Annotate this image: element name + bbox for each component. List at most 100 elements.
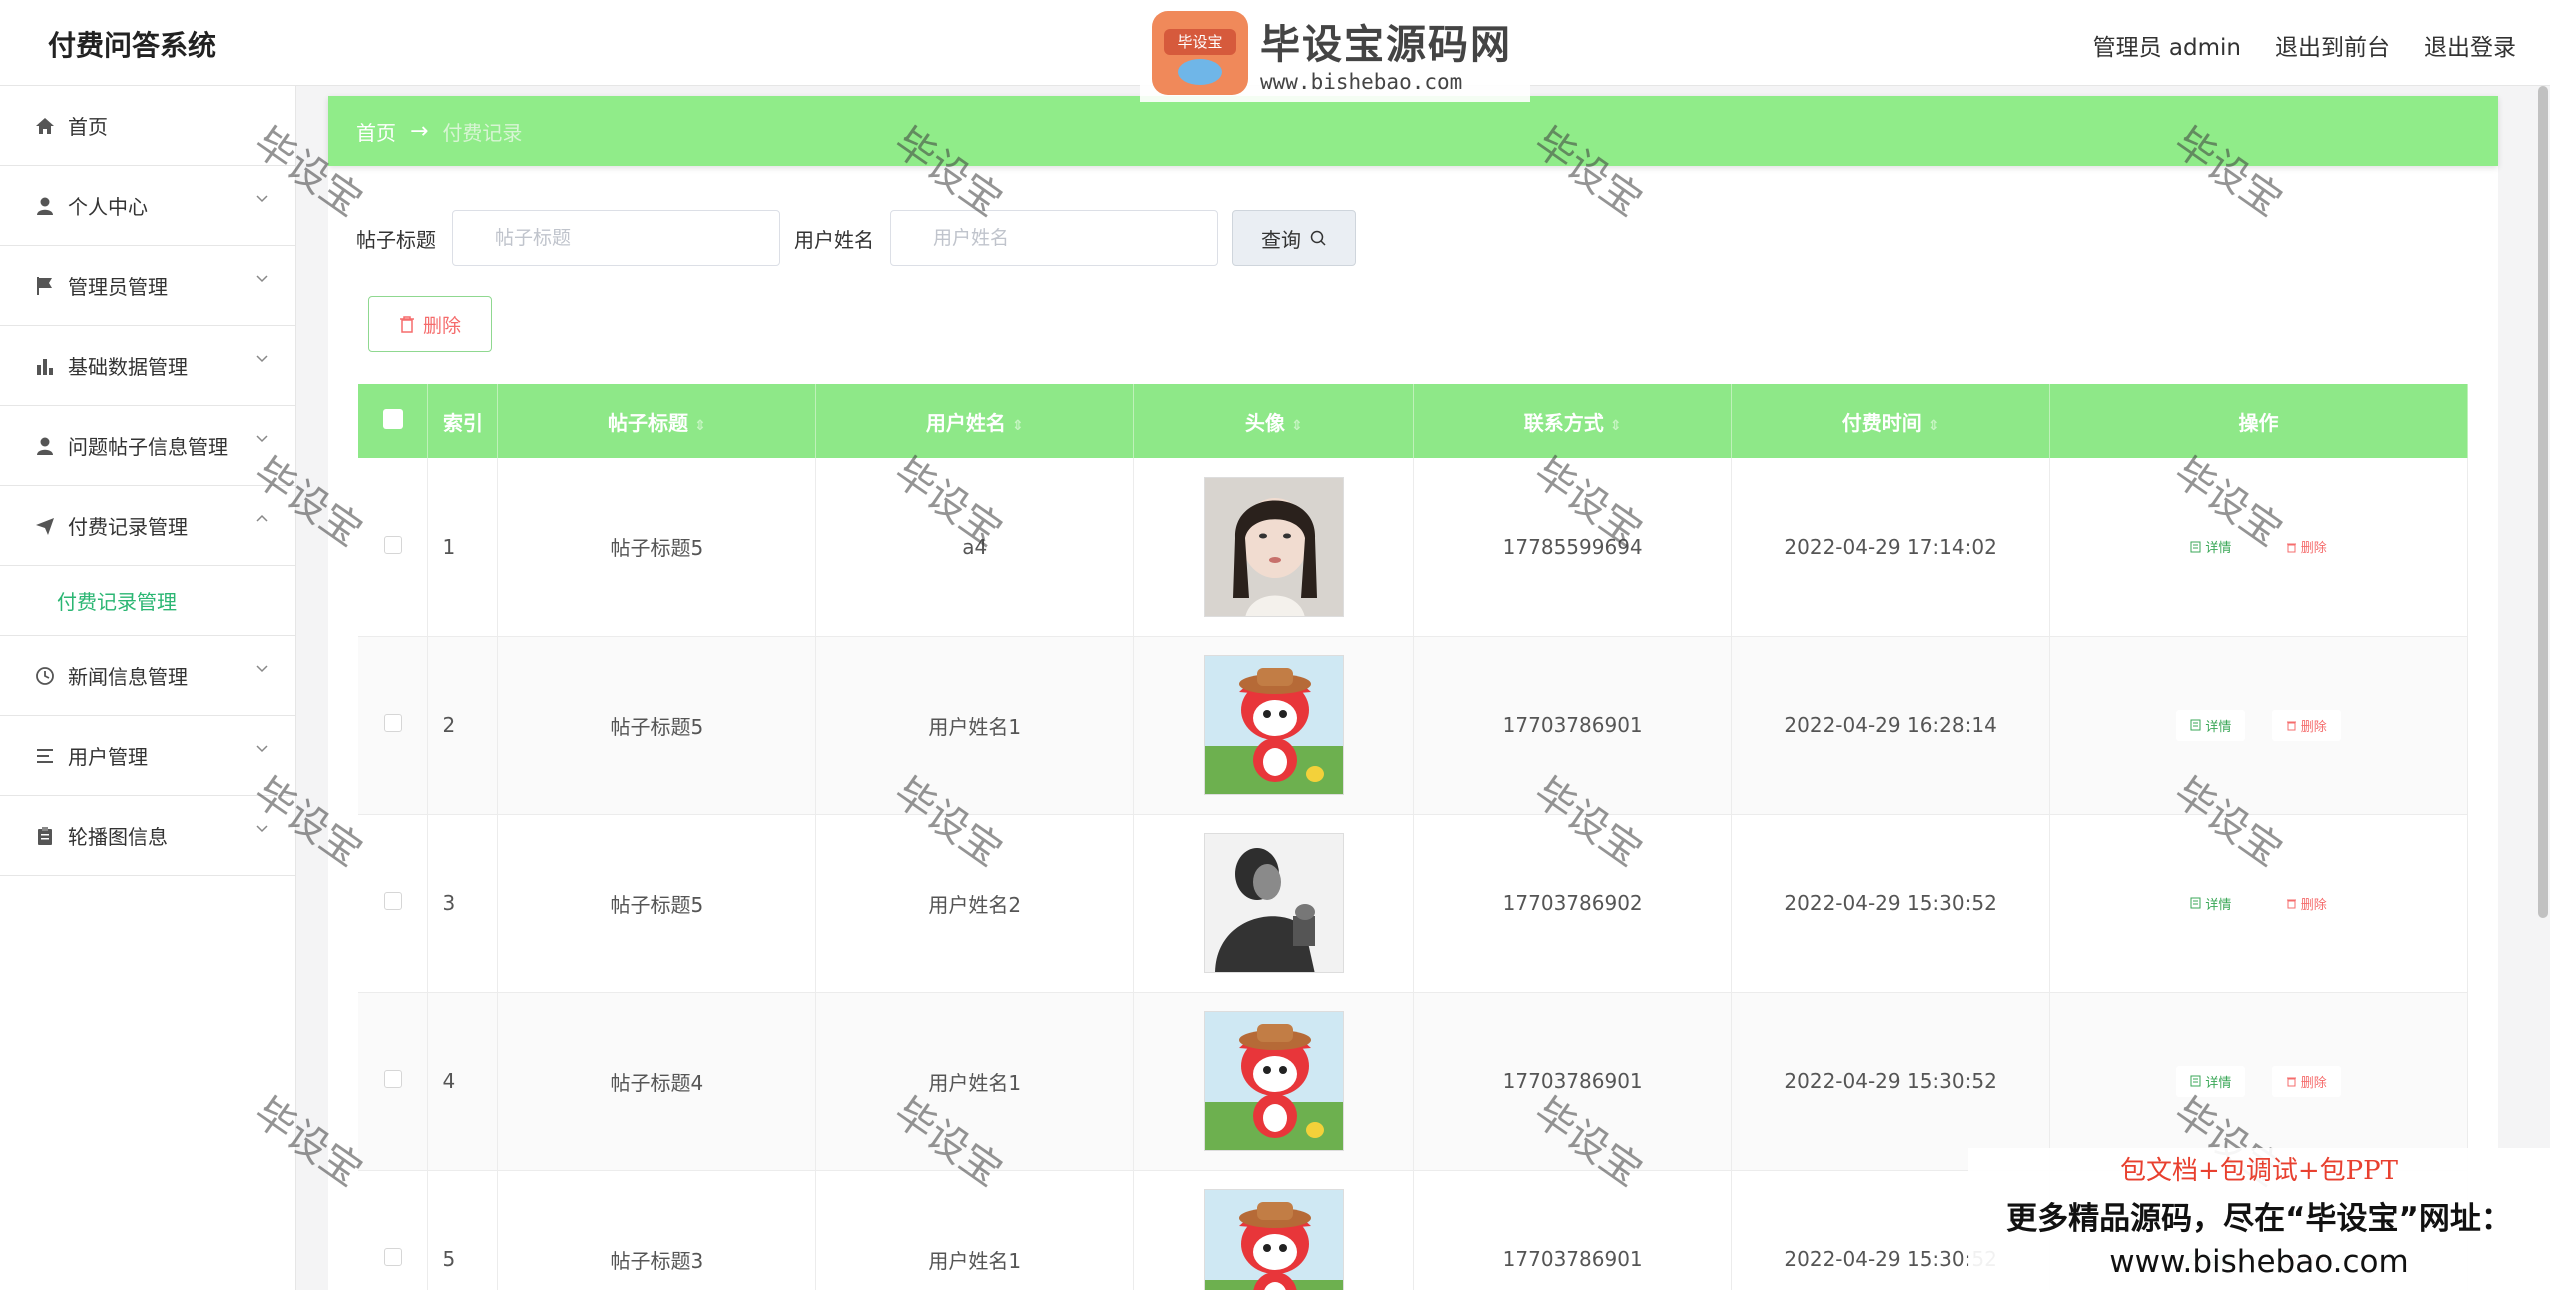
query-button[interactable]: 查询 [1232,210,1356,266]
sidebar-item-news[interactable]: 新闻信息管理 [0,636,295,716]
avatar-image [1203,476,1344,617]
detail-button[interactable]: 详情 [2176,887,2246,919]
row-delete-button[interactable]: 删除 [2271,709,2341,741]
cell-contact: 17703786901 [1413,992,1733,1171]
cell-user-name: a4 [815,458,1135,637]
header-user-name[interactable]: 用户姓名 ⇕ [815,384,1135,458]
cell-post-title: 帖子标题5 [497,458,817,637]
cell-avatar [1133,458,1415,637]
header-contact[interactable]: 联系方式 ⇕ [1413,384,1733,458]
cell-user-name: 用户姓名2 [815,814,1135,993]
logout-link[interactable]: 退出登录 [2424,28,2516,62]
row-select-cell [358,1170,429,1290]
flag-icon [34,275,56,297]
submenu-payment-record-management[interactable]: 付费记录管理 [0,566,295,636]
table-row: 3 帖子标题5 用户姓名2 17703786902 2022-04-29 15:… [358,814,2468,993]
cell-avatar [1133,814,1415,993]
header-index: 索引 [427,384,499,458]
sidebar-item-basic-data[interactable]: 基础数据管理 [0,326,295,406]
sidebar-item-label: 轮播图信息 [68,825,168,849]
list-icon [34,745,56,767]
user-name-label: 用户姓名 [794,227,874,252]
chevron-down-icon [256,745,268,753]
avatar-image [1203,1011,1344,1151]
cell-post-title: 帖子标题4 [497,992,817,1171]
detail-button[interactable]: 详情 [2176,709,2246,741]
sidebar-item-label: 付费记录管理 [68,515,188,539]
sidebar-item-question-posts[interactable]: 问题帖子信息管理 [0,406,295,486]
scrollbar-thumb[interactable] [2538,86,2548,918]
search-icon [1310,230,1326,246]
cell-index: 1 [427,458,499,637]
detail-button[interactable]: 详情 [2176,1065,2246,1097]
app-title: 付费问答系统 [48,29,217,62]
post-title-input[interactable] [452,210,780,266]
row-checkbox[interactable] [383,1070,402,1088]
sidebar-item-personal-center[interactable]: 个人中心 [0,166,295,246]
bar-chart-icon [34,355,56,377]
header-avatar[interactable]: 头像 ⇕ [1133,384,1415,458]
chevron-down-icon [256,665,268,673]
chevron-down-icon [256,275,268,283]
header-post-title[interactable]: 帖子标题 ⇕ [497,384,817,458]
sort-icon: ⇕ [1011,417,1024,434]
row-delete-button[interactable]: 删除 [2271,887,2341,919]
cell-post-title: 帖子标题3 [497,1170,817,1290]
watermark-logo-name: 毕设宝源码网 [1260,22,1512,68]
top-right-nav: 管理员 admin 退出到前台 退出登录 [2093,28,2516,62]
sort-icon: ⇕ [1609,417,1622,434]
sidebar-item-home[interactable]: 首页 [0,86,295,166]
batch-delete-button[interactable]: 删除 [368,296,492,352]
trash-icon [2286,721,2296,731]
promo-banner: 包文档+包调试+包PPT 更多精品源码，尽在“毕设宝”网址： www.bishe… [1968,1148,2550,1290]
cell-contact: 17703786901 [1413,1170,1733,1290]
cell-operations: 详情 删除 [2049,636,2468,815]
chevron-down-icon [256,195,268,203]
row-delete-button[interactable]: 删除 [2271,1065,2341,1097]
promo-line-3: www.bishebao.com [2109,1244,2409,1280]
promo-line-2: 更多精品源码，尽在“毕设宝”网址： [2006,1201,2512,1237]
clipboard-icon [34,825,56,847]
trash-icon [2286,899,2296,909]
row-checkbox[interactable] [383,714,402,732]
table-row: 2 帖子标题5 用户姓名1 17703786901 2022-04-29 16:… [358,636,2468,815]
row-checkbox[interactable] [383,892,402,910]
watermark-logo-url: www.bishebao.com [1260,70,1463,94]
avatar-image [1203,833,1344,973]
cell-avatar [1133,636,1415,815]
sidebar-item-user-management[interactable]: 用户管理 [0,716,295,796]
search-form: 帖子标题 用户姓名 查询 [356,210,1356,266]
back-to-front-link[interactable]: 退出到前台 [2275,28,2390,62]
sort-icon: ⇕ [694,417,706,434]
row-checkbox[interactable] [383,535,402,554]
row-checkbox[interactable] [383,1248,402,1266]
cell-operations: 详情 删除 [2049,814,2468,993]
sidebar-item-label: 首页 [68,115,108,139]
sidebar-item-label: 新闻信息管理 [68,665,188,689]
clock-icon [34,665,56,687]
breadcrumb-arrow: → [410,118,429,144]
trash-icon [399,316,414,333]
detail-button[interactable]: 详情 [2176,531,2246,563]
table-row: 4 帖子标题4 用户姓名1 17703786901 2022-04-29 15:… [358,992,2468,1171]
select-all-checkbox[interactable] [382,408,403,429]
sidebar-item-payment-records[interactable]: 付费记录管理 [0,486,295,566]
user-name-input[interactable] [890,210,1218,266]
cell-payment-time: 2022-04-29 16:28:14 [1731,636,2051,815]
cell-payment-time: 2022-04-29 15:30:52 [1731,992,2051,1171]
row-delete-button[interactable]: 删除 [2271,531,2341,563]
breadcrumb-home[interactable]: 首页 [356,117,396,146]
header-payment-time[interactable]: 付费时间 ⇕ [1731,384,2051,458]
home-icon [34,115,56,137]
document-icon [2190,541,2201,553]
sidebar-item-carousel[interactable]: 轮播图信息 [0,796,295,876]
chevron-up-icon [256,514,268,522]
cell-user-name: 用户姓名1 [815,1170,1135,1290]
cell-operations: 详情 删除 [2049,992,2468,1171]
admin-user-label[interactable]: 管理员 admin [2093,28,2241,62]
sidebar-item-label: 基础数据管理 [68,355,188,379]
trash-icon [2286,1077,2296,1087]
cell-post-title: 帖子标题5 [497,814,817,993]
cell-index: 2 [427,636,499,815]
sidebar-item-admin-management[interactable]: 管理员管理 [0,246,295,326]
